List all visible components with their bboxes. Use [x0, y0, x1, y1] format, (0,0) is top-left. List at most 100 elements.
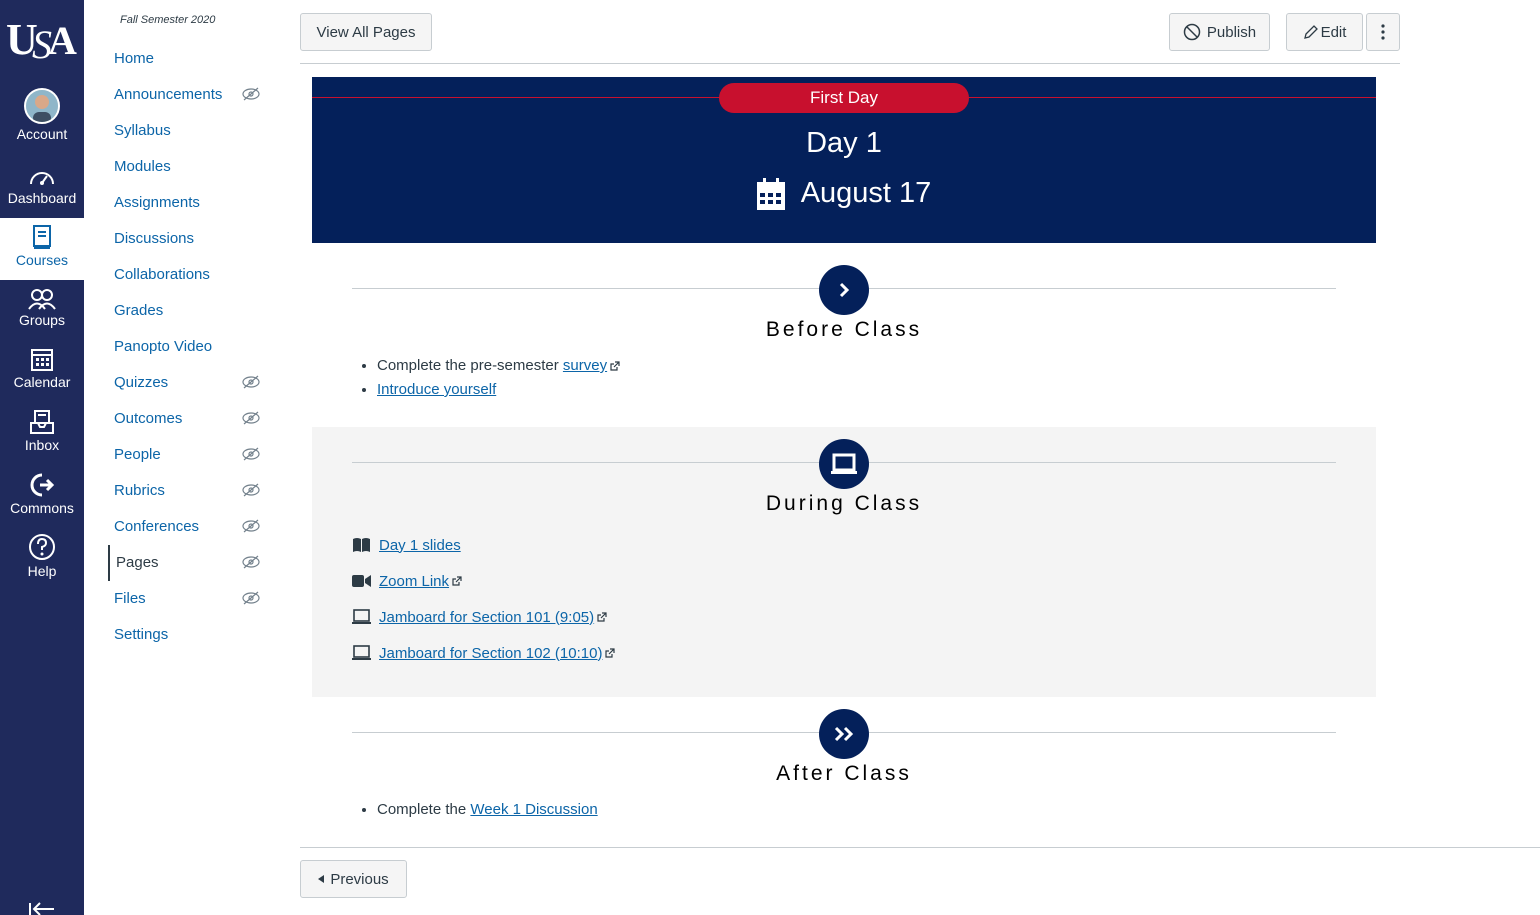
global-nav-dashboard[interactable]: Dashboard [0, 166, 84, 226]
previous-button[interactable]: Previous [300, 860, 407, 898]
banner-date: August 17 [312, 177, 1376, 210]
hidden-eye-icon [242, 375, 260, 389]
global-nav-help[interactable]: Help [0, 533, 84, 593]
resource-zoom-link: Zoom Link [352, 571, 470, 591]
calendar-icon [756, 177, 785, 210]
term-label: Fall Semester 2020 [120, 14, 216, 26]
collapse-nav-button[interactable] [28, 897, 56, 915]
hidden-eye-icon [242, 87, 260, 101]
course-nav-discussions[interactable]: Discussions [114, 227, 194, 251]
course-nav-assignments[interactable]: Assignments [114, 191, 200, 215]
publish-button[interactable]: Publish [1169, 13, 1270, 51]
course-nav-settings[interactable]: Settings [114, 623, 168, 647]
global-nav-calendar-label: Calendar [13, 374, 71, 390]
course-nav-conferences[interactable]: Conferences [114, 515, 199, 539]
zoom-link[interactable]: Zoom Link [379, 573, 449, 590]
view-all-pages-button[interactable]: View All Pages [300, 13, 432, 51]
resource-day1-slides: Day 1 slides [352, 535, 461, 555]
course-nav-announcements[interactable]: Announcements [114, 83, 222, 107]
week1-discussion-link[interactable]: Week 1 Discussion [470, 801, 597, 818]
before-class-heading: Before Class [765, 318, 923, 341]
footer-divider [300, 847, 1540, 848]
more-options-button[interactable] [1366, 13, 1400, 51]
avatar [24, 88, 60, 124]
hidden-eye-icon [242, 411, 260, 425]
course-nav-modules[interactable]: Modules [114, 155, 171, 179]
resource-jamboard-102: Jamboard for Section 102 (10:10) [352, 643, 623, 663]
course-nav-people[interactable]: People [114, 443, 161, 467]
external-link-icon [597, 612, 607, 622]
before-class-badge [819, 265, 869, 315]
global-nav-commons[interactable]: Commons [0, 472, 84, 532]
courses-icon [33, 225, 51, 249]
groups-icon [28, 289, 56, 310]
external-link-icon [610, 361, 620, 371]
after-class-list: Complete the Week 1 Discussion [377, 798, 598, 822]
global-nav-inbox-label: Inbox [24, 437, 60, 453]
external-link-icon [605, 648, 616, 658]
course-nav-grades[interactable]: Grades [114, 299, 163, 323]
global-nav-courses[interactable]: Courses [0, 218, 84, 280]
external-link-icon [452, 576, 462, 586]
course-nav-panopto-video[interactable]: Panopto Video [114, 335, 212, 359]
course-nav-quizzes[interactable]: Quizzes [114, 371, 168, 395]
edit-label: Edit [1320, 23, 1347, 41]
hidden-eye-icon [242, 519, 260, 533]
course-nav-files[interactable]: Files [114, 587, 146, 611]
inbox-icon [30, 410, 54, 434]
calendar-icon [31, 349, 53, 371]
course-nav-rubrics[interactable]: Rubrics [114, 479, 165, 503]
course-nav-collaborations[interactable]: Collaborations [114, 263, 210, 287]
course-nav-home[interactable]: Home [114, 47, 154, 71]
double-chevron-right-icon [834, 726, 854, 742]
during-class-heading: During Class [765, 492, 923, 515]
chevron-right-icon [839, 282, 850, 298]
list-item: Introduce yourself [377, 378, 620, 402]
help-icon [29, 534, 55, 560]
introduce-yourself-link[interactable]: Introduce yourself [377, 381, 496, 398]
page-banner: First Day Day 1 August 17 [312, 77, 1376, 243]
survey-link[interactable]: survey [563, 357, 607, 374]
header-divider [300, 63, 1400, 64]
global-nav-account-label: Account [16, 126, 68, 142]
view-all-pages-label: View All Pages [316, 23, 416, 41]
global-nav-courses-label: Courses [15, 252, 69, 268]
page-title: Day 1 [806, 127, 882, 159]
survey-prefix: Complete the pre-semester [377, 357, 563, 374]
laptop-icon [352, 609, 371, 624]
list-item: Complete the Week 1 Discussion [377, 798, 598, 822]
before-class-list: Complete the pre-semester survey Introdu… [377, 354, 620, 402]
jamboard-102-link[interactable]: Jamboard for Section 102 (10:10) [379, 645, 602, 662]
svg-text:A: A [48, 18, 77, 63]
jamboard-101-link[interactable]: Jamboard for Section 101 (9:05) [379, 609, 594, 626]
global-nav-groups-label: Groups [19, 312, 65, 328]
global-nav-commons-label: Commons [10, 500, 74, 516]
global-nav-calendar[interactable]: Calendar [0, 346, 84, 406]
collapse-arrow-icon [29, 902, 54, 915]
edit-button[interactable]: Edit [1286, 13, 1363, 51]
global-navigation: U S A Account Dashboard Courses Groups C… [0, 0, 84, 915]
course-nav-pages[interactable]: Pages [108, 545, 159, 581]
after-class-heading: After Class [776, 762, 912, 785]
course-nav-outcomes[interactable]: Outcomes [114, 407, 182, 431]
caret-left-icon [318, 875, 325, 883]
resource-jamboard-101: Jamboard for Section 101 (9:05) [352, 607, 615, 627]
day1-slides-link[interactable]: Day 1 slides [379, 537, 461, 554]
course-navigation: Fall Semester 2020 Home Announcements Sy… [84, 0, 284, 915]
global-nav-dashboard-label: Dashboard [7, 190, 77, 206]
course-nav-syllabus[interactable]: Syllabus [114, 119, 171, 143]
laptop-icon [831, 453, 857, 474]
first-day-pill: First Day [719, 83, 969, 113]
global-nav-inbox[interactable]: Inbox [0, 409, 84, 469]
hidden-eye-icon [242, 483, 260, 497]
global-nav-groups[interactable]: Groups [0, 288, 84, 348]
pencil-icon [1303, 25, 1318, 39]
global-nav-account[interactable]: Account [0, 88, 84, 148]
previous-label: Previous [330, 870, 389, 888]
publish-label: Publish [1206, 23, 1257, 41]
dashboard-icon [30, 172, 54, 185]
usa-logo[interactable]: U S A [4, 10, 80, 72]
discussion-prefix: Complete the [377, 801, 471, 818]
laptop-icon [352, 645, 371, 660]
banner-date-text: August 17 [800, 177, 932, 209]
